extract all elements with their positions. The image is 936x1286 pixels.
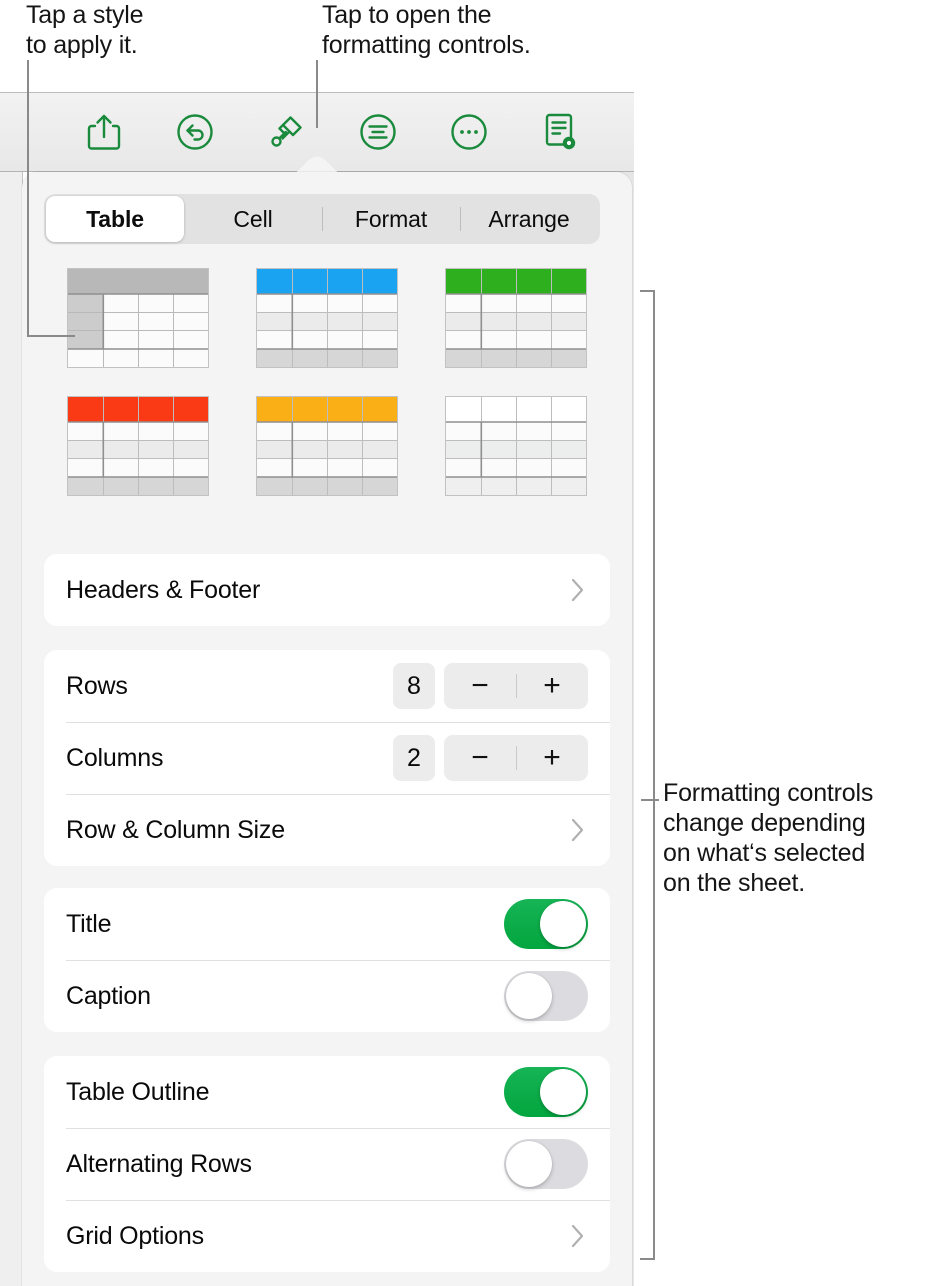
toggle-knob	[506, 973, 552, 1019]
row-title[interactable]: Title	[44, 888, 610, 960]
table-outline-label: Table Outline	[66, 1078, 504, 1107]
table-style-red[interactable]	[67, 396, 209, 496]
caption-label: Caption	[66, 982, 504, 1011]
table-style-grid	[44, 268, 610, 496]
row-caption[interactable]: Caption	[44, 960, 610, 1032]
columns-plus-button[interactable]: +	[516, 743, 588, 773]
toggle-knob	[540, 901, 586, 947]
headers-and-footer-label: Headers & Footer	[66, 576, 571, 605]
share-icon[interactable]	[76, 104, 132, 160]
chevron-right-icon	[571, 578, 584, 602]
columns-stepper-group: 2 − +	[393, 735, 588, 781]
callout-tap-a-style: Tap a style to apply it.	[26, 0, 286, 60]
row-headers-and-footer[interactable]: Headers & Footer	[44, 554, 610, 626]
rows-stepper-group: 8 − +	[393, 663, 588, 709]
caption-toggle[interactable]	[504, 971, 588, 1021]
columns-label: Columns	[66, 744, 393, 773]
size-group: Rows 8 − + Columns 2 − +	[44, 650, 610, 866]
title-toggle[interactable]	[504, 899, 588, 949]
panel-tabs: Table Cell Format Arrange	[44, 194, 600, 244]
screenshot-stage: Table Cell Format Arrange	[0, 0, 936, 1286]
table-style-gray[interactable]	[67, 268, 209, 368]
rows-label: Rows	[66, 672, 393, 701]
document-options-icon[interactable]	[532, 104, 588, 160]
tab-format[interactable]: Format	[322, 196, 460, 242]
table-style-plain[interactable]	[445, 396, 587, 496]
bracket-top-cap	[640, 290, 655, 292]
more-icon[interactable]	[441, 104, 497, 160]
headers-group: Headers & Footer	[44, 554, 610, 626]
rows-stepper[interactable]: − +	[444, 663, 588, 709]
row-row-and-column-size[interactable]: Row & Column Size	[44, 794, 610, 866]
rows-minus-button[interactable]: −	[444, 671, 516, 701]
tab-arrange-label: Arrange	[488, 206, 569, 233]
row-and-column-size-label: Row & Column Size	[66, 816, 571, 845]
chevron-right-icon	[571, 1224, 584, 1248]
leader-line-left-horizontal	[27, 335, 75, 337]
tab-format-label: Format	[355, 206, 427, 233]
leader-line-left-vertical	[27, 60, 29, 337]
rows-plus-button[interactable]: +	[516, 671, 588, 701]
columns-stepper[interactable]: − +	[444, 735, 588, 781]
undo-icon[interactable]	[167, 104, 223, 160]
outline-group: Table Outline Alternating Rows Grid Opti…	[44, 1056, 610, 1272]
tab-table-label: Table	[86, 206, 144, 233]
toggle-knob	[540, 1069, 586, 1115]
popover-arrow	[289, 152, 345, 174]
row-grid-options[interactable]: Grid Options	[44, 1200, 610, 1272]
document-left-edge-lower	[0, 172, 22, 1286]
bracket-tick	[641, 799, 659, 801]
tab-table[interactable]: Table	[46, 196, 184, 242]
leader-line-top-vertical	[316, 60, 318, 128]
row-columns[interactable]: Columns 2 − +	[44, 722, 610, 794]
bracket-bottom-cap	[640, 1258, 655, 1260]
table-style-blue[interactable]	[256, 268, 398, 368]
callout-formatting-controls: Formatting controls change depending on …	[663, 778, 936, 898]
rows-value: 8	[393, 663, 435, 709]
row-table-outline[interactable]: Table Outline	[44, 1056, 610, 1128]
title-label: Title	[66, 910, 504, 939]
insert-icon[interactable]	[350, 104, 406, 160]
row-rows[interactable]: Rows 8 − +	[44, 650, 610, 722]
chevron-right-icon	[571, 818, 584, 842]
toggle-knob	[506, 1141, 552, 1187]
title-group: Title Caption	[44, 888, 610, 1032]
tab-arrange[interactable]: Arrange	[460, 196, 598, 242]
alternating-rows-toggle[interactable]	[504, 1139, 588, 1189]
grid-options-label: Grid Options	[66, 1222, 571, 1251]
table-outline-toggle[interactable]	[504, 1067, 588, 1117]
bracket-vertical	[653, 290, 655, 1260]
tab-cell-label: Cell	[233, 206, 272, 233]
callout-tap-to-open: Tap to open the formatting controls.	[322, 0, 622, 60]
format-popover: Table Cell Format Arrange	[22, 172, 632, 1286]
alternating-rows-label: Alternating Rows	[66, 1150, 504, 1179]
table-style-green[interactable]	[445, 268, 587, 368]
table-style-orange[interactable]	[256, 396, 398, 496]
tab-cell[interactable]: Cell	[184, 196, 322, 242]
columns-minus-button[interactable]: −	[444, 743, 516, 773]
columns-value: 2	[393, 735, 435, 781]
row-alternating-rows[interactable]: Alternating Rows	[44, 1128, 610, 1200]
